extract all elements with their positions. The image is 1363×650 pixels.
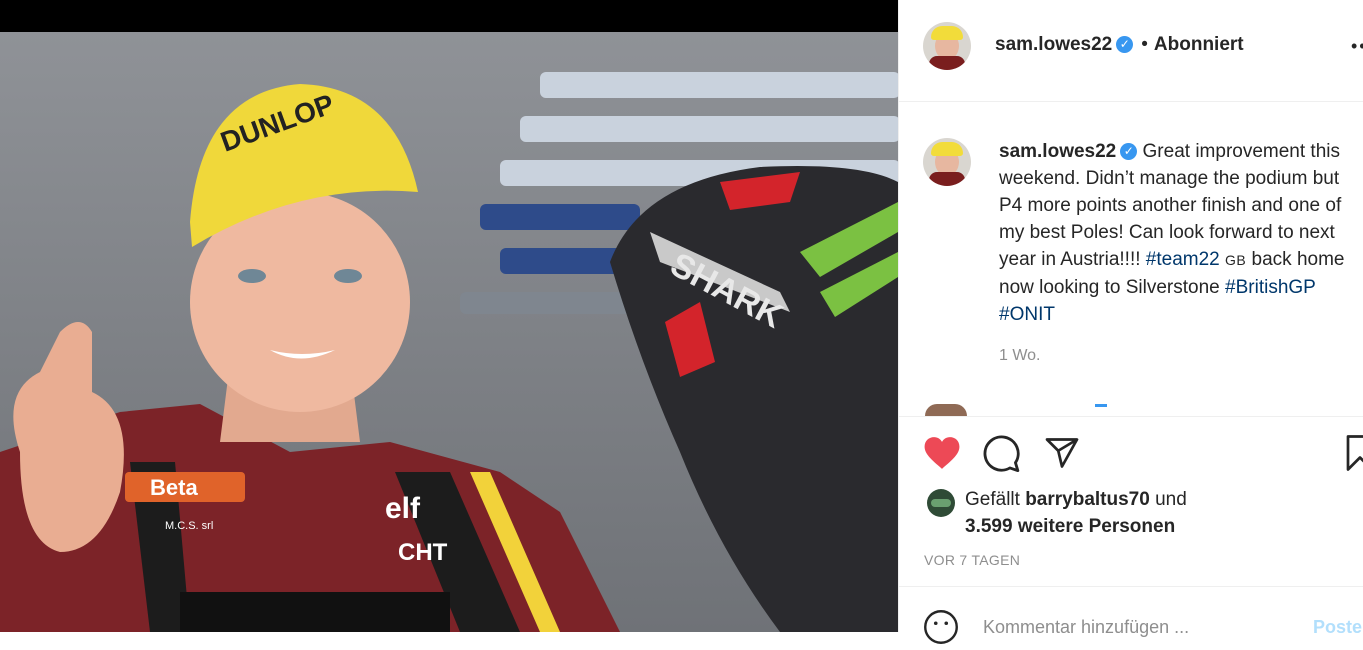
hashtag-britishgp[interactable]: #BritishGP [1225,277,1315,298]
svg-text:Beta: Beta [150,475,198,500]
likes-prefix: Gefällt [965,489,1020,510]
verified-badge-icon: ✓ [1120,143,1138,161]
post-image-area: Beta elf CHT M.C.S. srl DUNLOP SHARK [0,0,898,632]
post-side-panel: sam.lowes22✓•Abonniert •• sam.lowes22✓ G… [898,0,1363,644]
liker-avatar[interactable] [927,489,955,517]
more-options-icon[interactable]: •• [1351,36,1363,57]
svg-text:M.C.S. srl: M.C.S. srl [165,520,213,532]
hashtag-onit[interactable]: #ONIT [999,304,1055,325]
post-header: sam.lowes22✓ • Abonniert •• [899,0,1363,102]
heart-icon[interactable] [923,435,961,476]
emoji-icon[interactable] [923,609,959,650]
caption-gb: GB [1225,252,1247,268]
post-timestamp[interactable]: VOR 7 TAGEN [924,552,1020,568]
caption-username[interactable]: sam.lowes22 [999,141,1116,162]
header-line: sam.lowes22 ✓ • Abonniert [995,34,1244,56]
post-photo[interactable]: Beta elf CHT M.C.S. srl DUNLOP SHARK [0,32,898,632]
caption-author-avatar[interactable] [923,138,971,186]
author-username[interactable]: sam.lowes22 [995,34,1112,55]
header-separator: • [1141,34,1148,55]
likes-summary: Gefällt barrybaltus70 und 3.599 weitere … [965,486,1187,540]
comment-verified-peek [1095,404,1107,407]
verified-badge-icon: ✓ [1116,36,1134,54]
rider-photo-illustration: Beta elf CHT M.C.S. srl DUNLOP SHARK [0,72,898,632]
share-icon[interactable] [1043,435,1081,476]
comment-icon[interactable] [983,435,1021,478]
post-actions-section: Gefällt barrybaltus70 und 3.599 weitere … [899,416,1363,587]
caption-age[interactable]: 1 Wo. [999,347,1041,365]
add-comment-bar: Posten [899,586,1363,644]
likes-joiner: und [1155,489,1187,510]
comment-input[interactable] [983,617,1283,638]
follow-status-button[interactable]: Abonniert [1154,34,1244,55]
comment-avatar-peek [925,404,967,416]
bookmark-icon[interactable] [1345,435,1363,476]
likes-others-count[interactable]: 3.599 weitere Personen [965,516,1175,537]
author-avatar[interactable] [923,22,971,70]
svg-text:elf: elf [385,492,421,525]
post-comment-button[interactable]: Posten [1313,617,1363,638]
svg-text:CHT: CHT [398,539,448,566]
post-caption: sam.lowes22 ✓ Great improvement this week… [999,138,1361,328]
thumbs-up-hand [13,322,124,552]
image-top-bar [0,0,898,32]
hashtag-team22[interactable]: #team22 [1146,249,1220,270]
liker-username[interactable]: barrybaltus70 [1025,489,1150,510]
